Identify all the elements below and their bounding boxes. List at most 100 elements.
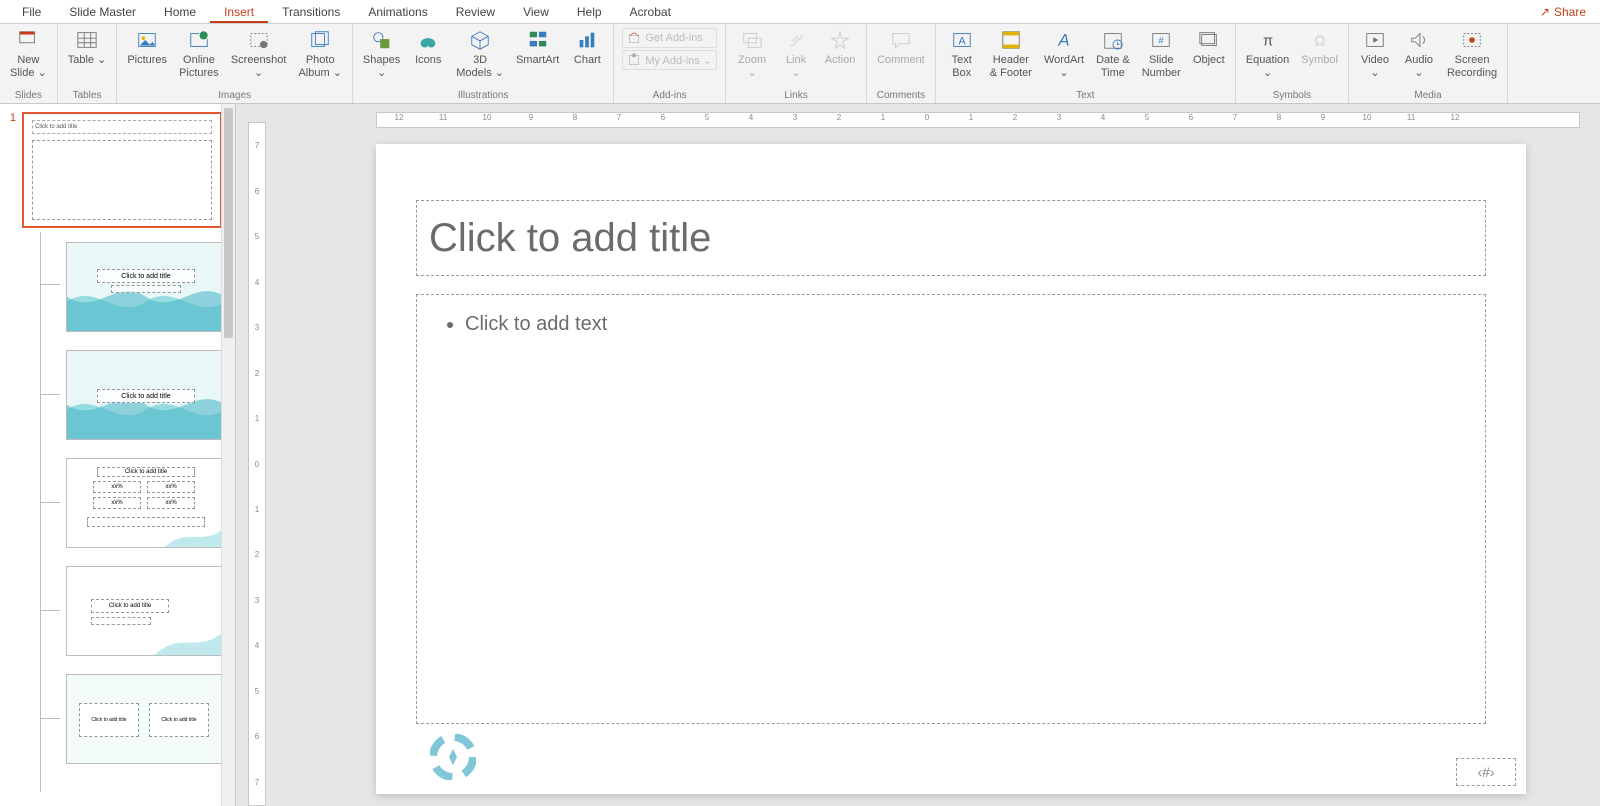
group-comments: Comment Comments	[867, 24, 936, 103]
chart-icon	[575, 28, 599, 52]
date-time-label: Date & Time	[1096, 54, 1130, 80]
table-label: Table ⌄	[68, 54, 107, 67]
group-images-label: Images	[123, 88, 346, 103]
menu-transitions[interactable]: Transitions	[268, 1, 354, 23]
header-footer-button[interactable]: Header & Footer	[986, 26, 1036, 82]
menu-file[interactable]: File	[8, 1, 55, 23]
wordart-button[interactable]: A WordArt ⌄	[1040, 26, 1088, 82]
screenshot-icon	[247, 28, 271, 52]
menu-help[interactable]: Help	[563, 1, 616, 23]
new-slide-button[interactable]: New Slide ⌄	[6, 26, 51, 82]
object-button[interactable]: Object	[1189, 26, 1229, 69]
my-addins-label: My Add-ins ⌄	[645, 54, 712, 67]
store-icon	[627, 31, 641, 45]
group-images: Pictures Online Pictures Screenshot ⌄ Ph…	[117, 24, 353, 103]
smartart-button[interactable]: SmartArt	[512, 26, 563, 69]
layout-thumbnail-1[interactable]: Click to add title	[66, 242, 226, 332]
comment-button[interactable]: Comment	[873, 26, 929, 69]
group-media: Video ⌄ Audio ⌄ Screen Recording Media	[1349, 24, 1508, 103]
link-label: Link ⌄	[786, 54, 806, 80]
comment-label: Comment	[877, 54, 925, 67]
title-placeholder[interactable]: Click to add title	[416, 200, 1486, 276]
pictures-button[interactable]: Pictures	[123, 26, 171, 69]
slide-editor: 765432101234567 121110987654321012345678…	[236, 104, 1600, 806]
smartart-icon	[526, 28, 550, 52]
new-slide-label: New Slide ⌄	[10, 54, 47, 80]
layout4-title: Click to add title	[91, 599, 169, 613]
tree-h1	[40, 284, 60, 285]
zoom-button[interactable]: Zoom ⌄	[732, 26, 772, 82]
menu-animations[interactable]: Animations	[354, 1, 441, 23]
date-time-button[interactable]: Date & Time	[1092, 26, 1134, 82]
symbol-button[interactable]: Ω Symbol	[1297, 26, 1342, 69]
wave-corner	[165, 507, 225, 547]
group-addins: Get Add-ins My Add-ins ⌄ Add-ins	[614, 24, 726, 103]
cube-icon	[468, 28, 492, 52]
link-button[interactable]: Link ⌄	[776, 26, 816, 82]
master-thumb-title: Click to add title	[32, 120, 212, 134]
layout3-full	[87, 517, 205, 527]
symbol-icon: Ω	[1308, 28, 1332, 52]
slide-number-button[interactable]: # Slide Number	[1138, 26, 1185, 82]
layout-thumbnail-2[interactable]: Click to add title	[66, 350, 226, 440]
svg-text:Ω: Ω	[1314, 34, 1325, 50]
menu-view[interactable]: View	[509, 1, 563, 23]
screen-recording-button[interactable]: Screen Recording	[1443, 26, 1501, 82]
svg-text:A: A	[958, 36, 966, 48]
audio-label: Audio ⌄	[1405, 54, 1433, 80]
group-slides-label: Slides	[6, 88, 51, 103]
share-button[interactable]: Share	[1534, 3, 1592, 21]
layout-thumbnail-3[interactable]: Click to add title xx% xx% xx% xx%	[66, 458, 226, 548]
layout-thumbnail-4[interactable]: Click to add title	[66, 566, 226, 656]
icons-label: Icons	[415, 54, 441, 67]
layout4-sub	[91, 617, 151, 625]
table-button[interactable]: Table ⌄	[64, 26, 111, 69]
menu-slide-master[interactable]: Slide Master	[55, 1, 150, 23]
get-addins-label: Get Add-ins	[645, 32, 702, 44]
audio-button[interactable]: Audio ⌄	[1399, 26, 1439, 82]
table-icon	[75, 28, 99, 52]
my-addins-button[interactable]: My Add-ins ⌄	[622, 50, 717, 70]
menu-acrobat[interactable]: Acrobat	[616, 1, 685, 23]
layout5-box1: Click to add title	[79, 703, 139, 737]
online-pictures-button[interactable]: Online Pictures	[175, 26, 223, 82]
scrollbar-thumb[interactable]	[224, 108, 233, 338]
tree-connector	[40, 232, 41, 792]
text-box-button[interactable]: A Text Box	[942, 26, 982, 82]
layout3-xx3: xx%	[93, 497, 141, 509]
menu-insert[interactable]: Insert	[210, 1, 268, 23]
photo-album-icon	[308, 28, 332, 52]
shapes-button[interactable]: Shapes ⌄	[359, 26, 404, 82]
title-placeholder-text: Click to add title	[429, 216, 711, 261]
screenshot-button[interactable]: Screenshot ⌄	[227, 26, 291, 82]
page-number-text: ‹#›	[1477, 764, 1494, 780]
comment-icon	[889, 28, 913, 52]
get-addins-button[interactable]: Get Add-ins	[622, 28, 717, 48]
wave-corner-4	[155, 615, 225, 655]
photo-album-button[interactable]: Photo Album ⌄	[294, 26, 345, 82]
3d-models-button[interactable]: 3D Models ⌄	[452, 26, 508, 82]
equation-button[interactable]: π Equation ⌄	[1242, 26, 1293, 82]
icons-button[interactable]: Icons	[408, 26, 448, 69]
master-slide-thumbnail[interactable]: Click to add title	[22, 112, 222, 228]
page-number-placeholder[interactable]: ‹#›	[1456, 758, 1516, 786]
slide-panel-scrollbar[interactable]	[221, 104, 235, 806]
zoom-icon	[740, 28, 764, 52]
online-pictures-icon	[187, 28, 211, 52]
group-media-label: Media	[1355, 88, 1501, 103]
group-addins-label: Add-ins	[620, 88, 719, 103]
action-button[interactable]: Action	[820, 26, 860, 69]
3d-models-label: 3D Models ⌄	[456, 54, 504, 80]
menu-home[interactable]: Home	[150, 1, 210, 23]
chart-button[interactable]: Chart	[567, 26, 607, 69]
shapes-icon	[370, 28, 394, 52]
new-slide-icon	[16, 28, 40, 52]
slide-canvas[interactable]: Click to add title Click to add text ‹#›	[376, 144, 1526, 794]
body-placeholder[interactable]: Click to add text	[416, 294, 1486, 724]
tree-h5	[40, 718, 60, 719]
action-label: Action	[825, 54, 856, 67]
layout-thumbnail-5[interactable]: Click to add title Click to add title	[66, 674, 226, 764]
menu-review[interactable]: Review	[442, 1, 509, 23]
video-label: Video ⌄	[1361, 54, 1389, 80]
video-button[interactable]: Video ⌄	[1355, 26, 1395, 82]
